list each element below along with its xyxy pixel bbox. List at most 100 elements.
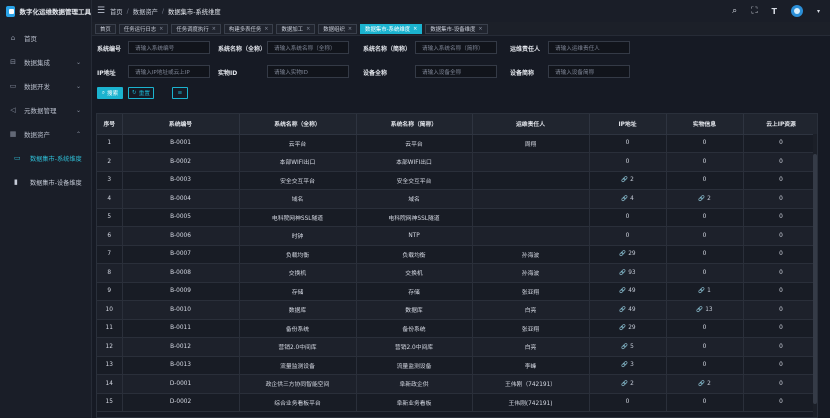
close-icon[interactable]: × <box>306 26 310 32</box>
link-cell[interactable]: 🔗 2 <box>698 381 711 387</box>
cell-value: 6 <box>107 232 112 239</box>
asset-id-input[interactable]: 请输入实物ID <box>267 65 349 78</box>
scrollbar-thumb[interactable] <box>813 154 817 404</box>
tab-label: 数据集市-系统维度 <box>365 26 411 33</box>
link-cell[interactable]: 🔗 2 <box>698 196 711 202</box>
table-cell[interactable]: 🔗 3 <box>589 356 667 375</box>
link-cell[interactable]: 🔗 49 <box>619 307 635 313</box>
device-full-name-input[interactable]: 请输入设备全称 <box>415 65 497 78</box>
link-value[interactable]: 29 <box>628 325 635 331</box>
table-cell[interactable]: 🔗 49 <box>589 300 667 320</box>
link-value[interactable]: 29 <box>628 251 635 257</box>
table-cell[interactable]: 🔗 2 <box>589 171 667 190</box>
tab-4[interactable]: 数据加工 × <box>276 23 316 34</box>
link-cell[interactable]: 🔗 4 <box>621 196 634 202</box>
link-value[interactable]: 2 <box>707 381 711 387</box>
close-icon[interactable]: × <box>478 26 482 32</box>
toggle-search-button[interactable]: ≡ <box>172 87 188 99</box>
link-value[interactable]: 2 <box>707 196 711 202</box>
tab-6[interactable]: 数据集市-系统维度 × <box>360 23 423 34</box>
cell-value: 安全交互平台 <box>280 178 315 185</box>
table-cell[interactable]: 🔗 1 <box>666 282 744 301</box>
tab-7[interactable]: 数据集市-设备维度 × <box>425 23 488 34</box>
tab-0[interactable]: 首页 <box>95 23 116 34</box>
table-cell[interactable]: 🔗 2 <box>666 189 744 209</box>
link-value[interactable]: 2 <box>630 381 634 387</box>
table-row: 5 B-0005 电科院网神SSL隧道 电科院网神SSL隧道 0 0 0 <box>97 208 817 227</box>
sidebar-item-4[interactable]: ▦ 数据资产 ⌃ <box>0 122 91 146</box>
link-cell[interactable]: 🔗 2 <box>621 381 634 387</box>
link-value[interactable]: 5 <box>630 344 634 350</box>
device-short-name-input[interactable]: 请输入设备简称 <box>548 65 630 78</box>
system-code-input[interactable]: 请输入系统编号 <box>128 41 210 54</box>
table-cell[interactable]: 🔗 93 <box>589 263 667 283</box>
link-cell[interactable]: 🔗 93 <box>619 270 635 276</box>
table-cell: 6 <box>97 226 123 246</box>
link-icon: 🔗 <box>621 343 629 350</box>
system-full-name-input[interactable]: 请输入系统名称（全称） <box>267 41 349 54</box>
table-cell[interactable]: 🔗 4 <box>589 189 667 209</box>
cell-value: 数据库 <box>288 308 307 315</box>
link-cell[interactable]: 🔗 49 <box>619 288 635 294</box>
link-cell[interactable]: 🔗 29 <box>619 325 635 331</box>
search-icon[interactable]: ⌕ <box>732 6 737 16</box>
sidebar-item-3[interactable]: ◁ 元数据管理 ⌄ <box>0 98 91 122</box>
link-cell[interactable]: 🔗 3 <box>621 362 634 368</box>
close-icon[interactable]: × <box>264 26 268 32</box>
link-value[interactable]: 93 <box>628 270 635 276</box>
table-cell[interactable]: 🔗 5 <box>589 337 667 357</box>
table-cell[interactable]: 🔗 29 <box>589 319 667 338</box>
link-cell[interactable]: 🔗 29 <box>619 251 635 257</box>
breadcrumb-item[interactable]: 数据资产 <box>133 7 158 16</box>
home-icon: ⌂ <box>10 34 16 42</box>
close-icon[interactable]: × <box>159 26 163 32</box>
tab-1[interactable]: 任务运行日志 × <box>118 23 169 34</box>
link-value[interactable]: 13 <box>705 307 712 313</box>
table-cell[interactable]: 🔗 13 <box>666 300 744 320</box>
tab-3[interactable]: 构建多表任务 × <box>223 23 274 34</box>
font-size-icon[interactable]: T <box>772 7 777 16</box>
sidebar-item-label: 数据资产 <box>24 131 50 139</box>
sidebar-subitem-1[interactable]: ▮ 数据集市-设备维度 <box>0 170 91 194</box>
tab-5[interactable]: 数据组织 × <box>318 23 358 34</box>
table-cell[interactable]: 🔗 2 <box>666 374 744 394</box>
owner-input[interactable]: 请输入运维责任人 <box>548 41 630 54</box>
link-cell[interactable]: 🔗 1 <box>698 288 711 294</box>
sidebar-item-2[interactable]: ▭ 数据开发 ⌄ <box>0 74 91 98</box>
breadcrumb-item[interactable]: 首页 <box>110 7 123 16</box>
link-value[interactable]: 49 <box>628 307 635 313</box>
table-cell: B-0002 <box>122 152 240 172</box>
sidebar-subitem-0[interactable]: ▭ 数据集市-系统维度 <box>0 146 91 170</box>
table-scrollbar[interactable] <box>813 134 817 417</box>
chevron-down-icon[interactable]: ▾ <box>817 8 820 15</box>
link-value[interactable]: 49 <box>628 288 635 294</box>
cell-value: 11 <box>105 325 113 332</box>
avatar[interactable] <box>790 5 803 17</box>
reset-button[interactable]: ↻ 重置 <box>128 87 154 99</box>
search-button-label: 搜索 <box>106 91 119 97</box>
column-header: IP地址 <box>589 114 667 135</box>
system-short-name-input[interactable]: 请输入系统名称（简称） <box>415 41 497 54</box>
sidebar-item-1[interactable]: ⊟ 数据集成 ⌄ <box>0 50 91 74</box>
fullscreen-icon[interactable]: ⛶ <box>751 6 757 16</box>
link-value[interactable]: 4 <box>630 196 634 202</box>
link-cell[interactable]: 🔗 5 <box>621 344 634 350</box>
close-icon[interactable]: × <box>413 26 417 32</box>
table-cell[interactable]: 🔗 2 <box>589 374 667 394</box>
link-cell[interactable]: 🔗 13 <box>696 307 712 313</box>
search-button[interactable]: ⌕ 搜索 <box>97 87 123 99</box>
link-cell[interactable]: 🔗 2 <box>621 177 634 183</box>
table-cell[interactable]: 🔗 29 <box>589 245 667 264</box>
table-cell: D-0002 <box>122 393 240 412</box>
sidebar-item-0[interactable]: ⌂ 首页 <box>0 26 91 50</box>
link-value[interactable]: 3 <box>630 362 634 368</box>
ip-input[interactable]: 请输入IP地址或云上IP <box>128 65 210 78</box>
link-value[interactable]: 1 <box>707 288 711 294</box>
menu-toggle-icon[interactable]: ☰ <box>92 6 110 16</box>
tab-2[interactable]: 任务调度执行 × <box>171 23 221 34</box>
table-cell[interactable]: 🔗 49 <box>589 282 667 301</box>
close-icon[interactable]: × <box>348 26 352 32</box>
column-header: 序号 <box>97 114 123 135</box>
close-icon[interactable]: × <box>212 26 216 32</box>
link-value[interactable]: 2 <box>630 177 634 183</box>
